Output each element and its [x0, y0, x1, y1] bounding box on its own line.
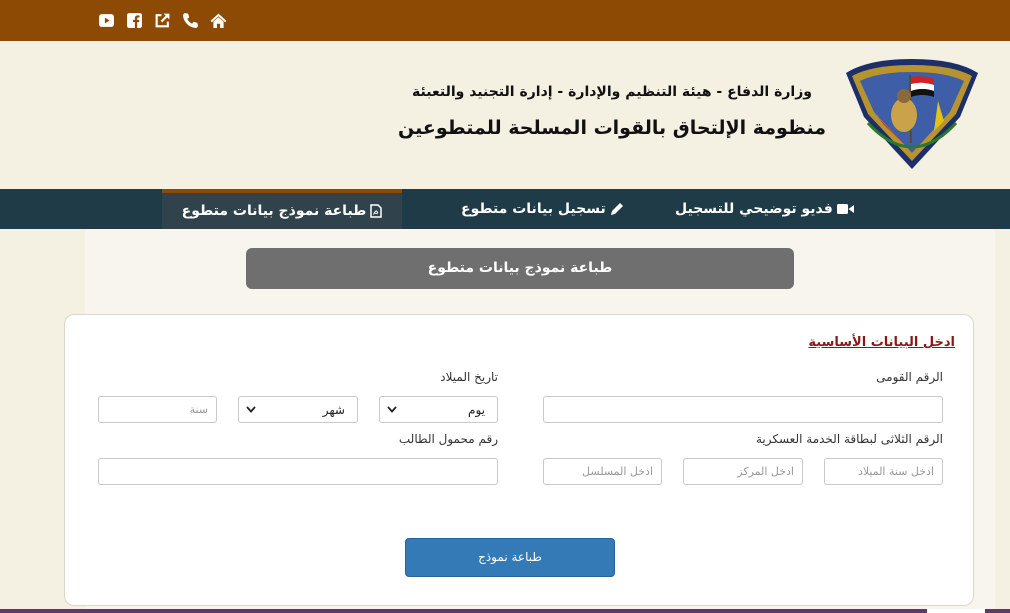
video-camera-icon: [836, 204, 854, 214]
military-card-label: الرقم الثلاثى لبطاقة الخدمة العسكرية: [755, 432, 943, 446]
national-id-label: الرقم القومى: [876, 370, 943, 384]
mobile-input[interactable]: [98, 458, 498, 485]
nav-video-tutorial[interactable]: فديو توضيحي للتسجيل: [675, 189, 854, 229]
header: وزارة الدفاع - هيئة التنظيم والإدارة - إ…: [0, 41, 1010, 189]
pencil-icon: [610, 203, 623, 215]
page-title: منظومة الإلتحاق بالقوات المسلحة للمتطوعي…: [398, 117, 826, 139]
chevron-down-icon: [387, 406, 397, 413]
month-select[interactable]: شهر: [238, 396, 358, 423]
ministry-subtitle: وزارة الدفاع - هيئة التنظيم والإدارة - إ…: [412, 84, 812, 100]
pdf-file-icon: [370, 204, 383, 218]
chevron-down-icon: [246, 406, 256, 413]
nav-register-volunteer[interactable]: تسجيل بيانات متطوع: [461, 189, 624, 229]
nav-register-label: تسجيل بيانات متطوع: [461, 201, 606, 217]
military-serial-input[interactable]: [543, 458, 662, 485]
phone-icon[interactable]: [182, 12, 199, 29]
birth-date-label: تاريخ الميلاد: [440, 370, 498, 384]
military-center-input[interactable]: [683, 458, 803, 485]
nav-video-label: فديو توضيحي للتسجيل: [675, 201, 833, 217]
military-birth-year-input[interactable]: [824, 458, 943, 485]
day-select-value: يوم: [468, 403, 485, 417]
day-select[interactable]: يوم: [379, 396, 498, 423]
mobile-label: رقم محمول الطالب: [398, 432, 498, 446]
form-section-title: ادخل البيانات الأساسية: [808, 335, 955, 350]
top-icons: [98, 12, 227, 29]
national-id-input[interactable]: [543, 396, 943, 423]
section-banner: طباعة نموذج بيانات متطوع: [246, 248, 794, 289]
top-bar: [0, 0, 1010, 41]
main-nav: فديو توضيحي للتسجيل تسجيل بيانات متطوع ط…: [0, 189, 1010, 229]
external-link-icon[interactable]: [154, 12, 171, 29]
nav-print-label: طباعة نموذج بيانات متطوع: [181, 203, 367, 219]
bottom-border-gap: [927, 609, 985, 613]
bottom-border: [0, 609, 1010, 613]
home-icon[interactable]: [210, 12, 227, 29]
month-select-value: شهر: [322, 403, 345, 417]
emblem-logo: [846, 59, 978, 169]
print-form-button[interactable]: طباعة نموذج: [405, 538, 615, 577]
nav-print-form[interactable]: طباعة نموذج بيانات متطوع: [162, 189, 402, 229]
birth-year-input[interactable]: [98, 396, 217, 423]
youtube-icon[interactable]: [98, 12, 115, 29]
facebook-icon[interactable]: [126, 12, 143, 29]
